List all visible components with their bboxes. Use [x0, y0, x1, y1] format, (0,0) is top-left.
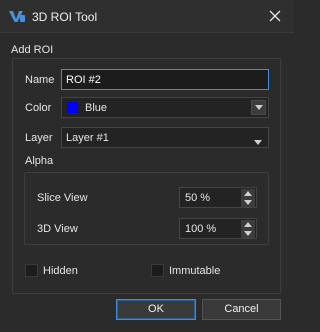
hidden-checkbox[interactable]: [25, 264, 38, 277]
chevron-down-icon[interactable]: [254, 136, 262, 148]
hidden-label[interactable]: Hidden: [43, 265, 78, 277]
color-select[interactable]: Blue: [61, 97, 269, 118]
arrow-down-icon: [244, 231, 252, 236]
immutable-checkbox[interactable]: [151, 264, 164, 277]
layer-label: Layer: [25, 132, 53, 144]
3d-view-increment-button[interactable]: [241, 220, 255, 229]
arrow-up-icon: [244, 191, 252, 196]
alpha-label: Alpha: [25, 155, 54, 167]
title-bar: 3D ROI Tool: [0, 0, 294, 33]
layer-select[interactable]: Layer #1: [61, 127, 269, 148]
color-label: Color: [25, 102, 52, 114]
3d-view-value: 100 %: [185, 223, 217, 235]
close-button[interactable]: [262, 5, 288, 27]
window-title: 3D ROI Tool: [32, 10, 98, 24]
immutable-label[interactable]: Immutable: [169, 265, 220, 277]
add-roi-section-title: Add ROI: [11, 44, 54, 56]
name-input[interactable]: [61, 69, 269, 90]
layer-select-value: Layer #1: [66, 132, 109, 144]
3d-view-label: 3D View: [37, 223, 78, 235]
name-label: Name: [25, 74, 55, 86]
arrow-down-icon: [244, 200, 252, 205]
slice-view-spinbox[interactable]: 50 %: [179, 187, 257, 208]
3d-view-decrement-button[interactable]: [241, 229, 255, 238]
3d-view-spinbox[interactable]: 100 %: [179, 218, 257, 239]
slice-view-value: 50 %: [185, 192, 211, 204]
chevron-down-icon: [255, 105, 263, 110]
color-dropdown-button[interactable]: [251, 100, 266, 115]
slice-view-increment-button[interactable]: [241, 189, 255, 198]
color-select-value: Blue: [85, 102, 108, 114]
ok-button[interactable]: OK: [116, 299, 196, 320]
arrow-up-icon: [244, 222, 252, 227]
cancel-button[interactable]: Cancel: [202, 299, 281, 320]
app-logo-icon: [9, 11, 25, 22]
slice-view-decrement-button[interactable]: [241, 198, 255, 207]
close-icon[interactable]: [269, 10, 281, 22]
color-swatch: [67, 102, 78, 113]
slice-view-label: Slice View: [37, 192, 88, 204]
